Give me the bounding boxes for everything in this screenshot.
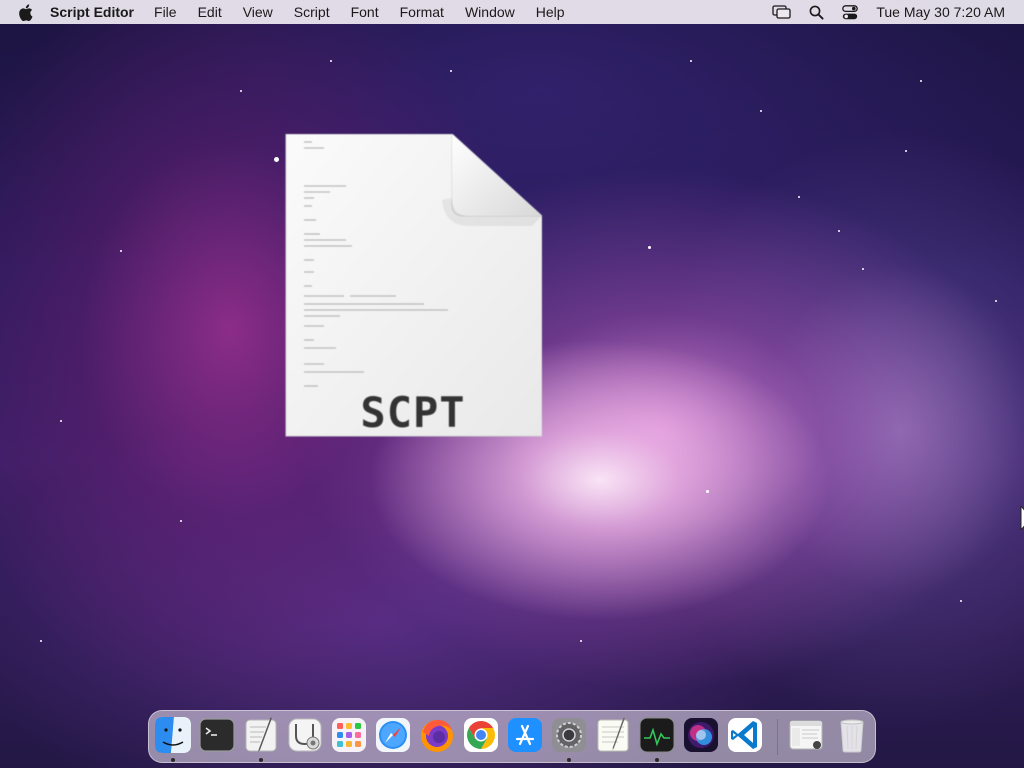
dock-app-launchpad[interactable] [330, 716, 368, 754]
trash-icon [840, 719, 864, 753]
dock-app-finder[interactable] [154, 716, 192, 754]
vscode-icon [728, 718, 762, 752]
dock-app-vscode[interactable] [726, 716, 764, 754]
firefox-icon [421, 720, 453, 752]
dock [148, 710, 876, 763]
dock-app-textedit[interactable] [594, 716, 632, 754]
activity-monitor-icon [639, 717, 675, 753]
menu-file[interactable]: File [154, 4, 177, 20]
terminal-icon [199, 718, 235, 752]
menu-script[interactable]: Script [294, 4, 330, 20]
spotlight-search-icon[interactable] [809, 5, 824, 20]
menu-extras: Tue May 30 7:20 AM [754, 0, 1005, 24]
file-type-label: SCPT [360, 388, 466, 437]
menu-help[interactable]: Help [536, 4, 565, 20]
dock-app-system-preferences[interactable] [550, 716, 588, 754]
screen-mirroring-icon[interactable] [772, 5, 791, 19]
running-indicator [655, 758, 659, 762]
dock-app-script-editor[interactable] [242, 716, 280, 754]
running-indicator [259, 758, 263, 762]
mouse-cursor-icon [1018, 504, 1024, 535]
dock-app-activity-monitor[interactable] [638, 716, 676, 754]
script-editor-icon [245, 717, 277, 752]
system-information-icon [288, 718, 322, 752]
dock-trash[interactable] [833, 716, 871, 754]
siri-icon [684, 718, 718, 752]
chrome-icon [464, 718, 498, 752]
downloads-stack-icon [789, 720, 823, 750]
textedit-icon [597, 717, 629, 752]
dock-app-chrome[interactable] [462, 716, 500, 754]
menu-format[interactable]: Format [400, 4, 444, 20]
menu-view[interactable]: View [243, 4, 273, 20]
dock-app-app-store[interactable] [506, 716, 544, 754]
safari-icon [376, 718, 410, 752]
dock-app-siri[interactable] [682, 716, 720, 754]
dock-separator [777, 719, 778, 755]
menu-edit[interactable]: Edit [198, 4, 222, 20]
dock-downloads-stack[interactable] [787, 716, 825, 754]
dock-app-safari[interactable] [374, 716, 412, 754]
dock-app-firefox[interactable] [418, 716, 456, 754]
running-indicator [171, 758, 175, 762]
control-center-icon[interactable] [842, 4, 859, 20]
system-preferences-icon [552, 718, 586, 752]
scpt-file-icon[interactable]: SCPT [284, 133, 543, 438]
menu-window[interactable]: Window [465, 4, 515, 20]
launchpad-icon [332, 718, 366, 752]
dock-app-terminal[interactable] [198, 716, 236, 754]
app-name-menu[interactable]: Script Editor [50, 4, 134, 20]
apple-menu-icon[interactable] [18, 3, 34, 21]
app-store-icon [508, 718, 542, 752]
running-indicator [567, 758, 571, 762]
menu-bar-clock[interactable]: Tue May 30 7:20 AM [876, 4, 1005, 20]
dock-app-system-information[interactable] [286, 716, 324, 754]
desktop: Script Editor File Edit View Script Font… [0, 0, 1024, 768]
menu-font[interactable]: Font [351, 4, 379, 20]
finder-icon [155, 717, 191, 753]
menu-bar: Script Editor File Edit View Script Font… [0, 0, 1024, 24]
